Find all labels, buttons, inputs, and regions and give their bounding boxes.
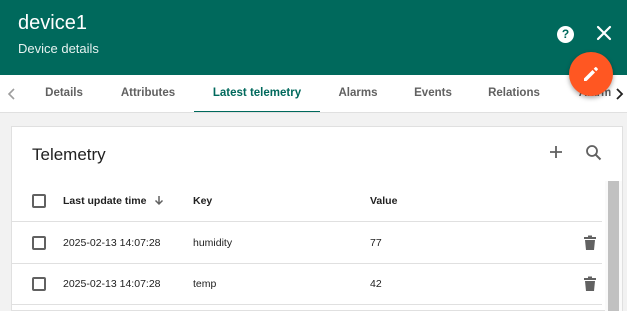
telemetry-title: Telemetry (32, 145, 106, 164)
table-row[interactable]: 2025-02-13 14:07:28 temp 42 (12, 264, 602, 305)
device-title: device1 (18, 12, 87, 34)
row-time: 2025-02-13 14:07:28 (63, 278, 161, 290)
row-value: 77 (370, 237, 382, 249)
edit-button[interactable] (569, 52, 613, 96)
edit-icon (584, 67, 598, 81)
tabs-scroll-right-icon[interactable] (612, 75, 627, 112)
column-key[interactable]: Key (193, 194, 212, 208)
help-icon[interactable]: ? (557, 26, 574, 43)
row-key: humidity (193, 237, 233, 249)
device-subtitle: Device details (18, 41, 99, 56)
arrow-down-icon (155, 196, 164, 206)
scrollbar[interactable] (605, 181, 622, 311)
tab-details[interactable]: Details (29, 75, 99, 112)
tab-relations[interactable]: Relations (479, 75, 549, 112)
table-row[interactable]: 2025-02-13 14:07:28 humidity 77 (12, 223, 602, 264)
close-icon[interactable] (595, 22, 613, 44)
tab-events[interactable]: Events (405, 75, 461, 112)
row-checkbox[interactable] (32, 236, 46, 250)
scrollbar-thumb[interactable] (608, 181, 619, 311)
tab-bar: Details Attributes Latest telemetry Alar… (0, 75, 627, 113)
row-key: temp (193, 278, 217, 290)
table-header: Last update time Key Value (12, 181, 602, 222)
row-checkbox[interactable] (32, 277, 46, 291)
add-icon[interactable] (548, 144, 564, 160)
column-value[interactable]: Value (370, 194, 397, 208)
select-all-checkbox[interactable] (32, 194, 46, 208)
column-last-update-time[interactable]: Last update time (63, 194, 165, 208)
tabs-scroll-left-icon[interactable] (0, 75, 22, 112)
delete-icon[interactable] (583, 235, 597, 251)
search-icon[interactable] (585, 144, 603, 162)
column-time-label: Last update time (63, 195, 147, 207)
row-time: 2025-02-13 14:07:28 (63, 237, 161, 249)
tab-attributes[interactable]: Attributes (110, 75, 186, 112)
telemetry-card: Telemetry Last update time Key Value 202… (11, 126, 623, 311)
device-header: device1 Device details ? (0, 0, 627, 75)
tab-latest-telemetry[interactable]: Latest telemetry (194, 75, 320, 112)
tab-alarms[interactable]: Alarms (331, 75, 385, 112)
delete-icon[interactable] (583, 276, 597, 292)
row-value: 42 (370, 278, 382, 290)
